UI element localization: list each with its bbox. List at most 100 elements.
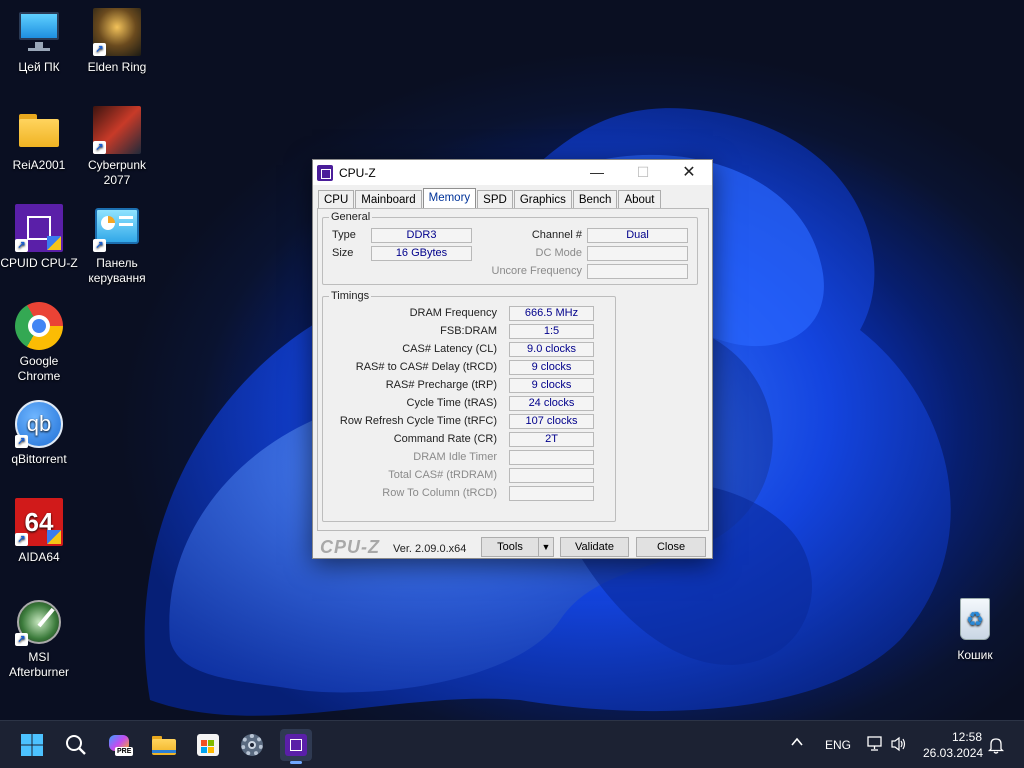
desktop-icon-cpuz[interactable]: ↗ CPUID CPU-Z [0, 204, 78, 271]
desktop-icon-label: MSI Afterburner [8, 650, 70, 679]
desktop-icon-chrome[interactable]: Google Chrome [0, 302, 78, 384]
desktop-icon-recycle-bin[interactable]: ♻ Кошик [936, 596, 1014, 663]
settings-button[interactable] [236, 729, 268, 761]
timing-label: Cycle Time (tRAS) [406, 397, 497, 409]
desktop-icon-label: Кошик [957, 648, 993, 662]
chrome-icon [15, 302, 63, 350]
type-label: Type [332, 229, 356, 241]
uncore-frequency-value [587, 264, 688, 279]
shortcut-arrow-icon: ↗ [93, 43, 106, 56]
timing-value [509, 450, 594, 465]
validate-button[interactable]: Validate [560, 537, 629, 557]
desktop-icon-label: Google Chrome [17, 354, 61, 383]
tools-dropdown-button[interactable]: ▼ [538, 537, 554, 557]
desktop-icon-msi-afterburner[interactable]: ↗ MSI Afterburner [0, 598, 78, 680]
timing-value: 9.0 clocks [509, 342, 594, 357]
timing-label: Total CAS# (tRDRAM) [388, 469, 497, 481]
timing-value [509, 468, 594, 483]
language-indicator[interactable]: ENG [825, 738, 851, 752]
desktop-icon-aida64[interactable]: 64 ↗ AIDA64 [0, 498, 78, 565]
copilot-icon: PRE [107, 733, 134, 757]
tab-memory[interactable]: Memory [422, 188, 477, 209]
dropdown-arrow-icon: ▼ [541, 542, 551, 552]
cpuz-icon: ↗ [15, 204, 63, 252]
tab-mainboard[interactable]: Mainboard [355, 190, 422, 209]
timing-value: 2T [509, 432, 594, 447]
clock-date[interactable]: 26.03.2024 [923, 746, 983, 760]
cpuz-app-icon [317, 164, 333, 181]
shortcut-arrow-icon: ↗ [15, 533, 28, 546]
timing-label: DRAM Frequency [409, 307, 497, 319]
store-button[interactable] [192, 729, 224, 761]
maximize-button[interactable]: ☐ [620, 160, 666, 185]
aida64-icon: 64 ↗ [15, 498, 63, 546]
control-panel-icon: ↗ [93, 204, 141, 252]
elden-ring-icon: ↗ [93, 8, 141, 56]
windows-logo-icon [21, 734, 43, 756]
cpuz-taskbar-button[interactable] [280, 729, 312, 764]
tools-button[interactable]: Tools [481, 537, 539, 557]
close-button[interactable]: Close [636, 537, 706, 557]
shortcut-arrow-icon: ↗ [15, 633, 28, 646]
timings-legend: Timings [331, 290, 370, 302]
timing-value [509, 486, 594, 501]
minimize-button[interactable]: — [574, 160, 620, 185]
timing-label: Command Rate (CR) [393, 433, 497, 445]
title-bar[interactable]: CPU-Z — ☐ ✕ [313, 160, 712, 185]
channel-label: Channel # [531, 229, 582, 241]
tab-spd[interactable]: SPD [477, 190, 513, 209]
timing-label: DRAM Idle Timer [413, 451, 497, 463]
dc-mode-label: DC Mode [535, 247, 582, 259]
general-legend: General [331, 211, 371, 223]
store-icon [197, 734, 219, 756]
chevron-up-icon [791, 737, 803, 746]
clock-time[interactable]: 12:58 [952, 730, 982, 744]
timing-value: 24 clocks [509, 396, 594, 411]
window-title: CPU-Z [339, 165, 376, 180]
start-button[interactable] [16, 729, 48, 761]
timing-label: FSB:DRAM [440, 325, 497, 337]
desktop-icon-label: Cyberpunk 2077 [87, 158, 147, 187]
version-label: Ver. 2.09.0.x64 [393, 543, 467, 555]
tab-graphics[interactable]: Graphics [513, 190, 572, 209]
cpuz-logo: CPU-Z [320, 537, 380, 557]
network-icon[interactable] [866, 735, 884, 756]
desktop-icon-this-pc[interactable]: Цей ПК [0, 8, 78, 75]
show-hidden-icons-button[interactable] [790, 735, 804, 752]
cyberpunk-icon: ↗ [93, 106, 141, 154]
monitor-icon [15, 8, 63, 56]
qbittorrent-icon: qb ↗ [15, 400, 63, 448]
volume-icon[interactable] [890, 735, 908, 756]
footer-bar: CPU-Z Ver. 2.09.0.x64 Tools ▼ Validate C… [313, 535, 712, 559]
desktop-icon-cyberpunk[interactable]: ↗ Cyberpunk 2077 [78, 106, 156, 188]
desktop-icon-elden-ring[interactable]: ↗ Elden Ring [78, 8, 156, 75]
shortcut-arrow-icon: ↗ [15, 435, 28, 448]
desktop-icon-label: Цей ПК [18, 60, 60, 74]
search-icon [66, 735, 86, 755]
notifications-bell-icon[interactable] [987, 736, 1005, 757]
dc-mode-value [587, 246, 688, 261]
desktop-icon-label: Elden Ring [87, 60, 147, 74]
desktop-icon-control-panel[interactable]: ↗ Панель керування [78, 204, 156, 286]
desktop-icon-label: qBittorrent [11, 452, 67, 466]
folder-icon [15, 106, 63, 154]
close-window-button[interactable]: ✕ [666, 160, 712, 185]
tab-bench[interactable]: Bench [572, 190, 618, 209]
recycle-bin-icon: ♻ [951, 596, 999, 644]
desktop-icon-folder-reia2001[interactable]: ReiA2001 [0, 106, 78, 173]
desktop-icon-qbittorrent[interactable]: qb ↗ qBittorrent [0, 400, 78, 467]
memory-panel: General Type DDR3 Size 16 GBytes Channel… [317, 208, 709, 531]
cpuz-window: CPU-Z — ☐ ✕ CPU Mainboard Memory SPD Gra… [312, 159, 713, 559]
size-value: 16 GBytes [371, 246, 472, 261]
tab-about[interactable]: About [618, 190, 661, 209]
cpuz-icon [285, 734, 307, 756]
shortcut-arrow-icon: ↗ [93, 239, 106, 252]
type-value: DDR3 [371, 228, 472, 243]
copilot-button[interactable]: PRE [104, 729, 136, 761]
timing-label: CAS# Latency (CL) [402, 343, 497, 355]
file-explorer-button[interactable] [148, 729, 180, 761]
search-button[interactable] [60, 729, 92, 761]
gear-icon [241, 734, 263, 756]
size-label: Size [332, 247, 354, 259]
tab-cpu[interactable]: CPU [318, 190, 355, 209]
